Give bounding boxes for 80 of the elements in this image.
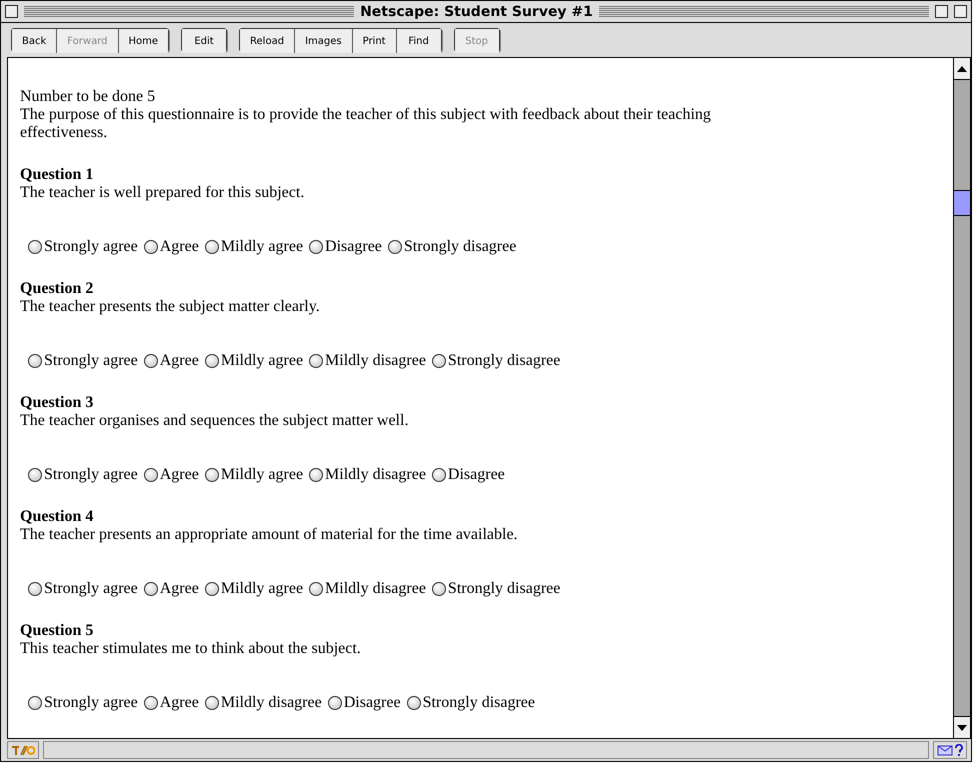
radio-label: Strongly agree <box>44 580 138 598</box>
radio-label: Strongly disagree <box>404 238 516 256</box>
toolbar-button[interactable]: Find <box>396 29 441 53</box>
toolbar-button[interactable]: Home <box>118 29 168 53</box>
radio-button[interactable] <box>432 354 446 368</box>
radio-label: Agree <box>160 466 199 484</box>
radio-button[interactable] <box>432 468 446 482</box>
radio-label: Strongly disagree <box>422 694 535 712</box>
radio-button[interactable] <box>204 468 219 482</box>
radio-button[interactable] <box>406 696 421 710</box>
question-text: The teacher is well prepared for this subject. <box>20 184 306 202</box>
close-box-icon[interactable] <box>5 5 18 18</box>
radio-button[interactable] <box>144 240 158 254</box>
question-title: Question 4 <box>20 508 94 526</box>
question-text: The teacher presents an appropriate amount of material for the time available. <box>20 526 519 544</box>
radio-button[interactable] <box>28 696 42 710</box>
radio-button[interactable] <box>28 468 42 482</box>
radio-button[interactable] <box>204 354 219 368</box>
window-title: Netscape: Student Survey #1 <box>360 4 593 20</box>
radio-label: Mildly disagree <box>325 466 426 484</box>
radio-button[interactable] <box>144 696 158 710</box>
scroll-up-button[interactable] <box>954 58 970 80</box>
radio-label: Strongly disagree <box>448 580 560 598</box>
radio-label: Disagree <box>344 694 401 712</box>
radio-label: Strongly agree <box>44 694 138 712</box>
security-key-icon[interactable] <box>7 741 39 759</box>
radio-label: Strongly agree <box>44 466 138 484</box>
radio-button[interactable] <box>432 582 446 596</box>
radio-button[interactable] <box>144 582 158 596</box>
radio-button[interactable] <box>328 696 342 710</box>
toolbar-button[interactable]: Edit <box>182 29 226 53</box>
question-text: This teacher stimulates me to think about the subject. <box>20 640 362 658</box>
radio-label: Strongly agree <box>44 352 138 370</box>
up-arrow-icon <box>957 66 967 72</box>
radio-label: Mildly disagree <box>220 694 322 712</box>
radio-button[interactable] <box>204 696 219 710</box>
radio-button[interactable] <box>309 582 324 596</box>
toolbar-button[interactable]: Images <box>295 29 353 53</box>
radio-button[interactable] <box>28 582 42 596</box>
radio-label: Strongly disagree <box>448 352 560 370</box>
radio-button[interactable] <box>144 468 158 482</box>
radio-button[interactable] <box>28 240 42 254</box>
radio-button[interactable] <box>144 354 158 368</box>
radio-button[interactable] <box>309 240 324 254</box>
question-text: The teacher presents the subject matter clearly. <box>20 298 321 316</box>
question-title: Question 5 <box>20 622 94 640</box>
scroll-thumb[interactable] <box>954 190 970 216</box>
radio-button[interactable] <box>204 240 219 254</box>
radio-label: Mildly agree <box>220 238 304 256</box>
radio-label: Mildly agree <box>220 580 304 598</box>
radio-label: Agree <box>160 352 199 370</box>
radio-button[interactable] <box>309 468 324 482</box>
down-arrow-icon <box>957 724 967 730</box>
intro-text: The purpose of this questionnaire is to provide the teacher of this subject with feedback about their teaching effectiveness. <box>20 106 712 142</box>
radio-button[interactable] <box>204 582 219 596</box>
radio-label: Mildly disagree <box>325 352 426 370</box>
radio-label: Agree <box>160 238 199 256</box>
toolbar-button[interactable]: Reload <box>240 29 296 53</box>
question-title: Question 2 <box>20 280 94 298</box>
radio-label: Agree <box>160 694 199 712</box>
radio-label: Disagree <box>325 238 382 256</box>
radio-button[interactable] <box>388 240 402 254</box>
question-title: Question 3 <box>20 394 94 412</box>
radio-button[interactable] <box>28 354 42 368</box>
radio-label: Mildly agree <box>220 352 304 370</box>
intro-text: Number to be done 5 <box>20 88 156 106</box>
question-text: The teacher organises and sequences the subject matter well. <box>20 412 410 430</box>
radio-label: Agree <box>160 580 199 598</box>
toolbar-button[interactable]: Print <box>352 29 397 53</box>
zoom-box-icon[interactable] <box>935 5 948 18</box>
radio-label: Mildly disagree <box>325 580 426 598</box>
radio-label: Mildly agree <box>220 466 304 484</box>
scroll-down-button[interactable] <box>954 716 970 738</box>
collapse-box-icon[interactable] <box>954 5 967 18</box>
mail-help-icon[interactable] <box>933 741 967 759</box>
radio-label: Strongly agree <box>44 238 138 256</box>
question-title: Question 1 <box>20 166 94 184</box>
toolbar-button[interactable]: Back <box>12 29 58 53</box>
radio-label: Disagree <box>448 466 505 484</box>
radio-button[interactable] <box>309 354 324 368</box>
